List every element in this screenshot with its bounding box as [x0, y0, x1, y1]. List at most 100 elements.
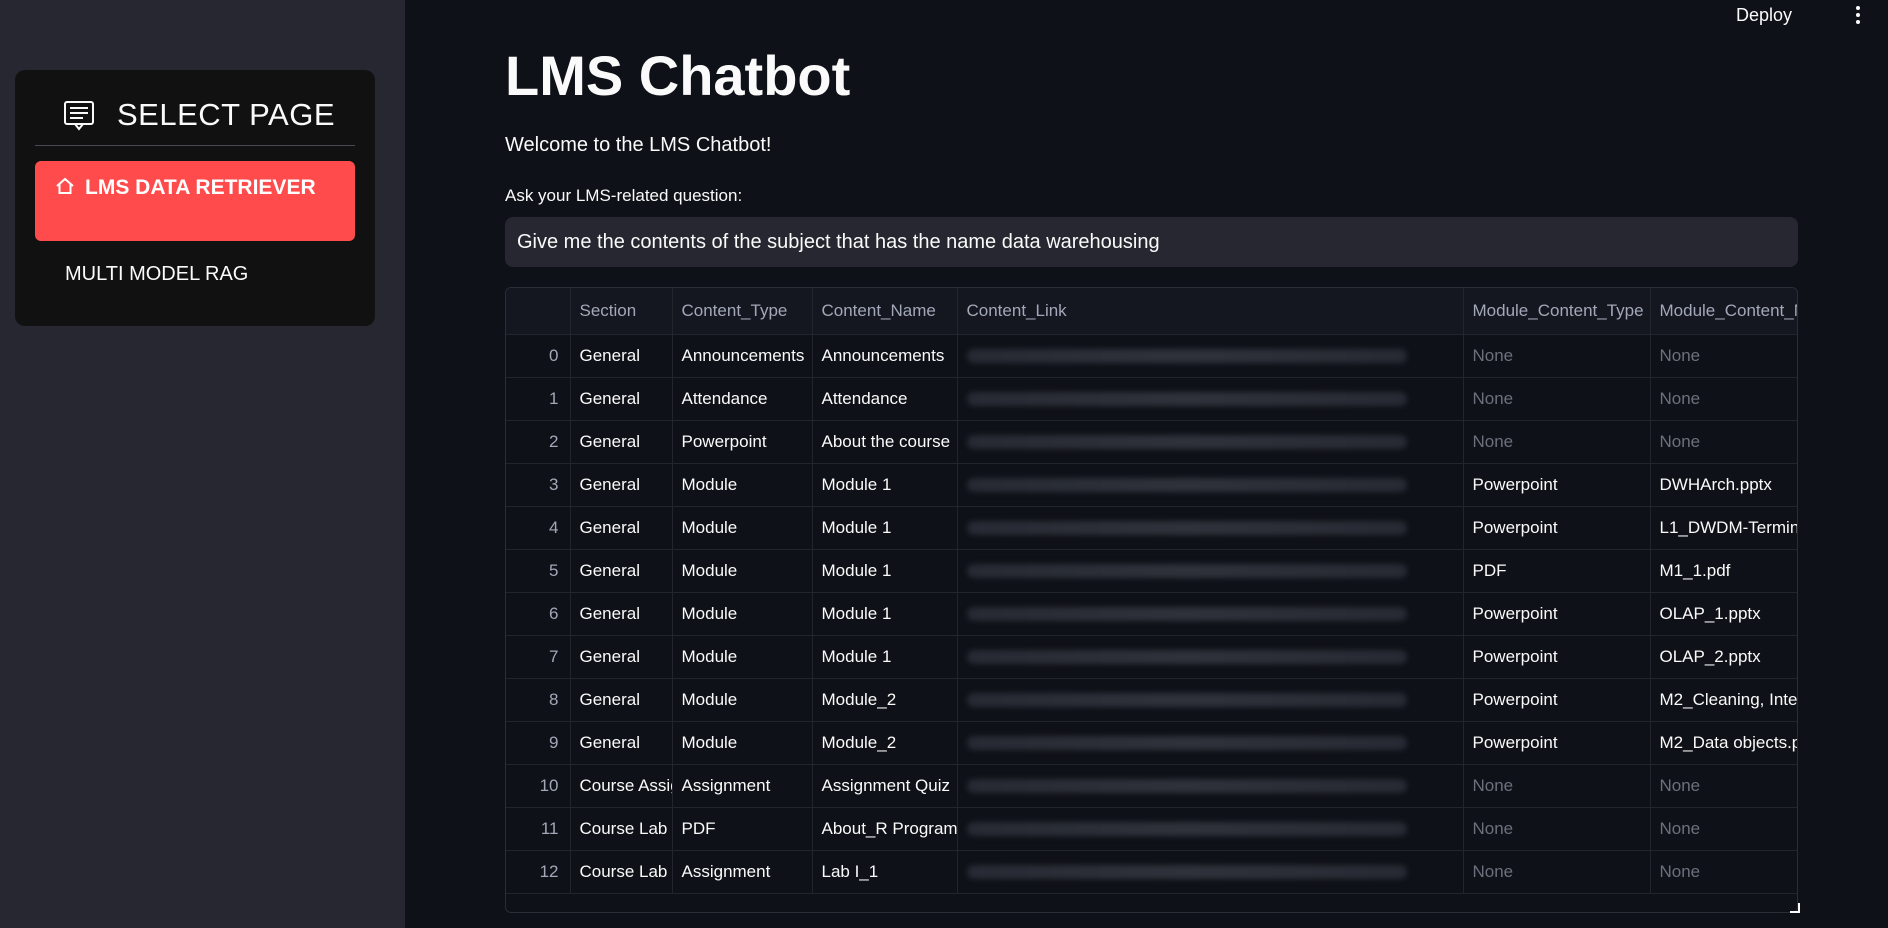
table-cell[interactable]: M1_1.pdf	[1650, 549, 1797, 593]
table-cell[interactable]: General	[570, 592, 673, 636]
link-cell-redacted[interactable]	[957, 807, 1464, 851]
results-table[interactable]: Section Content_Type Content_Name Conten…	[505, 287, 1798, 913]
column-header[interactable]: Content_Type	[672, 288, 813, 335]
table-cell[interactable]: None	[1650, 850, 1797, 894]
row-index[interactable]: 2	[506, 420, 571, 464]
menu-item-multi-model-rag[interactable]: MULTI MODEL RAG	[35, 255, 355, 299]
table-cell[interactable]: None	[1463, 850, 1651, 894]
table-cell[interactable]: Module 1	[812, 592, 958, 636]
table-cell[interactable]: Lab I_1	[812, 850, 958, 894]
column-header[interactable]: Content_Link	[957, 288, 1464, 335]
link-cell-redacted[interactable]	[957, 764, 1464, 808]
table-cell[interactable]: Module 1	[812, 549, 958, 593]
table-cell[interactable]: General	[570, 377, 673, 421]
row-index[interactable]: 0	[506, 334, 571, 378]
row-index[interactable]: 5	[506, 549, 571, 593]
table-cell[interactable]: L1_DWDM-Terminology	[1650, 506, 1797, 550]
link-cell-redacted[interactable]	[957, 420, 1464, 464]
table-cell[interactable]: Powerpoint	[672, 420, 813, 464]
column-header[interactable]: Section	[570, 288, 673, 335]
table-cell[interactable]: None	[1650, 334, 1797, 378]
table-cell[interactable]: Course Assignment	[570, 764, 673, 808]
link-cell-redacted[interactable]	[957, 463, 1464, 507]
table-cell[interactable]: Powerpoint	[1463, 635, 1651, 679]
column-header[interactable]: Module_Content_Type	[1463, 288, 1651, 335]
link-cell-redacted[interactable]	[957, 506, 1464, 550]
table-cell[interactable]: M2_Data objects.pptx	[1650, 721, 1797, 765]
table-cell[interactable]: M2_Cleaning, Integration	[1650, 678, 1797, 722]
table-cell[interactable]: General	[570, 463, 673, 507]
row-index[interactable]: 9	[506, 721, 571, 765]
table-cell[interactable]: Module_2	[812, 678, 958, 722]
deploy-button[interactable]: Deploy	[1736, 5, 1792, 26]
table-cell[interactable]: Powerpoint	[1463, 506, 1651, 550]
table-cell[interactable]: Module	[672, 549, 813, 593]
table-cell[interactable]: None	[1463, 764, 1651, 808]
table-cell[interactable]: Powerpoint	[1463, 592, 1651, 636]
row-index[interactable]: 7	[506, 635, 571, 679]
table-cell[interactable]: About the course	[812, 420, 958, 464]
link-cell-redacted[interactable]	[957, 549, 1464, 593]
table-cell[interactable]: None	[1650, 420, 1797, 464]
table-cell[interactable]: Assignment Quiz	[812, 764, 958, 808]
table-cell[interactable]: None	[1463, 334, 1651, 378]
table-cell[interactable]: Module	[672, 635, 813, 679]
table-cell[interactable]: Powerpoint	[1463, 463, 1651, 507]
question-input[interactable]	[505, 217, 1798, 267]
link-cell-redacted[interactable]	[957, 678, 1464, 722]
table-cell[interactable]: Announcements	[672, 334, 813, 378]
table-cell[interactable]: Module 1	[812, 463, 958, 507]
table-cell[interactable]: General	[570, 549, 673, 593]
table-cell[interactable]: Module_2	[812, 721, 958, 765]
table-cell[interactable]: Module	[672, 592, 813, 636]
link-cell-redacted[interactable]	[957, 377, 1464, 421]
table-cell[interactable]: Module	[672, 678, 813, 722]
link-cell-redacted[interactable]	[957, 592, 1464, 636]
table-cell[interactable]: Attendance	[812, 377, 958, 421]
link-cell-redacted[interactable]	[957, 850, 1464, 894]
table-cell[interactable]: PDF	[1463, 549, 1651, 593]
table-cell[interactable]: About_R Programming	[812, 807, 958, 851]
table-cell[interactable]: None	[1463, 807, 1651, 851]
table-cell[interactable]: None	[1650, 764, 1797, 808]
table-cell[interactable]: PDF	[672, 807, 813, 851]
table-cell[interactable]: Powerpoint	[1463, 678, 1651, 722]
link-cell-redacted[interactable]	[957, 721, 1464, 765]
column-header[interactable]: Module_Content_Name	[1650, 288, 1797, 335]
table-cell[interactable]: OLAP_1.pptx	[1650, 592, 1797, 636]
row-index[interactable]: 11	[506, 807, 571, 851]
table-cell[interactable]: Assignment	[672, 764, 813, 808]
table-cell[interactable]: None	[1650, 807, 1797, 851]
table-cell[interactable]: None	[1463, 420, 1651, 464]
table-cell[interactable]: Module 1	[812, 506, 958, 550]
more-options-icon[interactable]	[1854, 6, 1862, 26]
table-cell[interactable]: General	[570, 334, 673, 378]
column-header[interactable]	[506, 288, 571, 335]
table-cell[interactable]: Module 1	[812, 635, 958, 679]
table-cell[interactable]: Assignment	[672, 850, 813, 894]
table-cell[interactable]: General	[570, 420, 673, 464]
table-cell[interactable]: OLAP_2.pptx	[1650, 635, 1797, 679]
table-cell[interactable]: None	[1463, 377, 1651, 421]
row-index[interactable]: 4	[506, 506, 571, 550]
row-index[interactable]: 8	[506, 678, 571, 722]
menu-item-lms-data-retriever[interactable]: LMS DATA RETRIEVER	[35, 161, 355, 241]
table-cell[interactable]: General	[570, 506, 673, 550]
table-cell[interactable]: None	[1650, 377, 1797, 421]
row-index[interactable]: 1	[506, 377, 571, 421]
table-cell[interactable]: Course Lab	[570, 850, 673, 894]
table-cell[interactable]: General	[570, 721, 673, 765]
table-cell[interactable]: Course Lab	[570, 807, 673, 851]
resize-handle[interactable]	[1790, 903, 1800, 913]
table-cell[interactable]: Module	[672, 463, 813, 507]
table-cell[interactable]: Powerpoint	[1463, 721, 1651, 765]
column-header[interactable]: Content_Name	[812, 288, 958, 335]
table-cell[interactable]: Module	[672, 506, 813, 550]
table-cell[interactable]: Attendance	[672, 377, 813, 421]
row-index[interactable]: 10	[506, 764, 571, 808]
table-cell[interactable]: Announcements	[812, 334, 958, 378]
table-cell[interactable]: General	[570, 635, 673, 679]
row-index[interactable]: 6	[506, 592, 571, 636]
link-cell-redacted[interactable]	[957, 334, 1464, 378]
table-cell[interactable]: DWHArch.pptx	[1650, 463, 1797, 507]
